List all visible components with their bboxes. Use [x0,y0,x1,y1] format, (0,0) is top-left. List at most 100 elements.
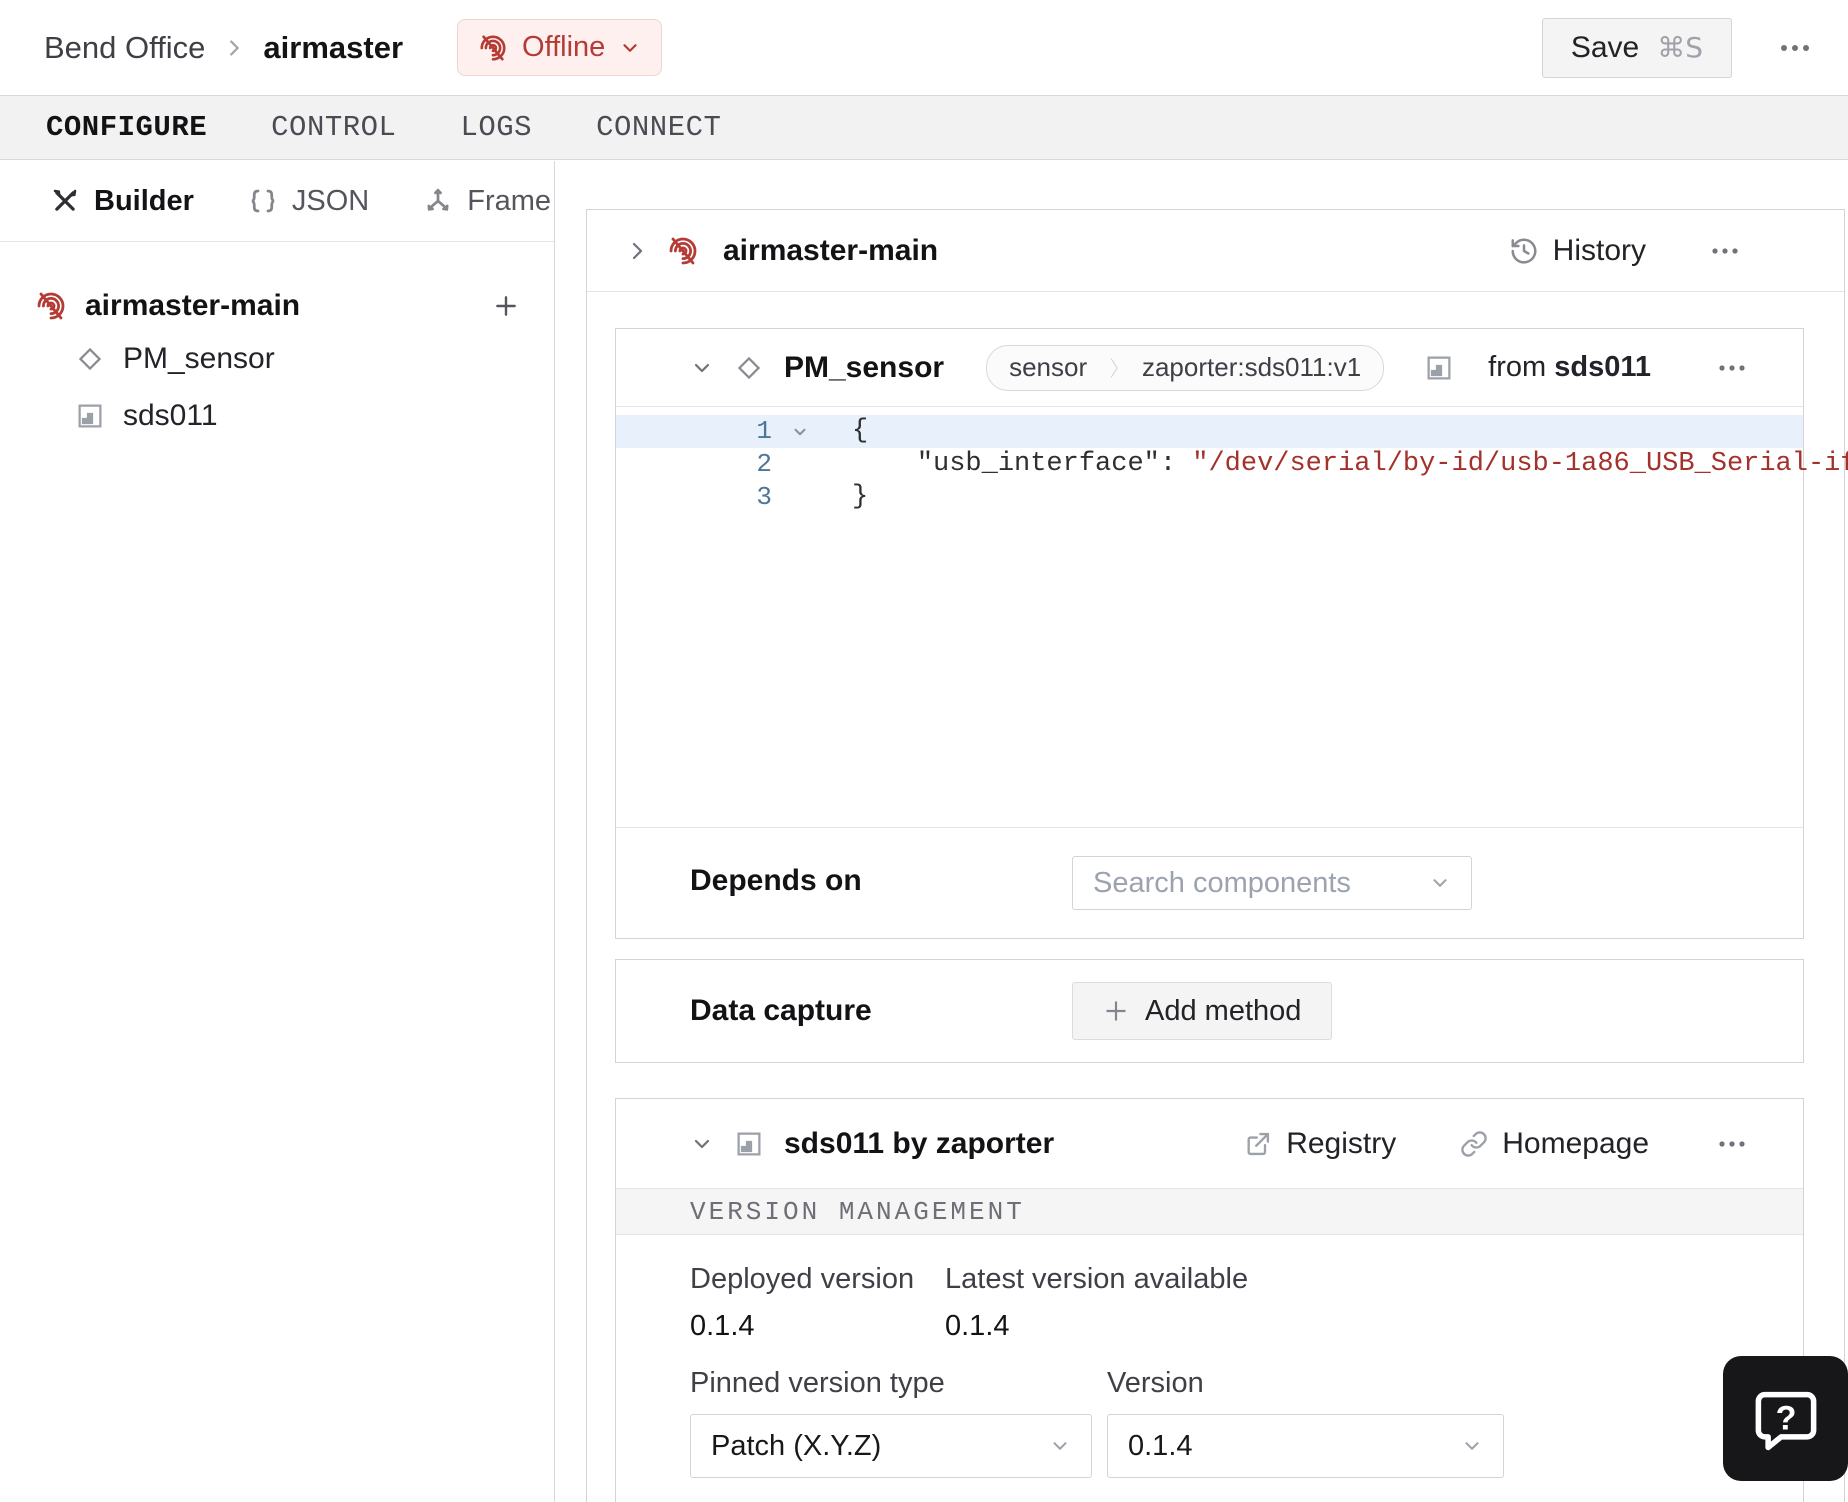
registry-label: Registry [1286,1126,1397,1160]
registry-link[interactable]: Registry [1244,1127,1396,1161]
code-text: "usb_interface": "/dev/serial/by-id/usb-… [916,449,1848,479]
braces-icon [248,186,278,216]
chevron-down-icon [1461,1435,1483,1457]
tab-configure[interactable]: CONFIGURE [46,111,207,144]
line-number: 1 [756,416,772,446]
homepage-link[interactable]: Homepage [1460,1127,1649,1161]
chevron-down-icon [1049,1435,1071,1457]
version-label: Version [1107,1367,1204,1399]
module-icon [734,1129,764,1159]
plus-icon [1103,998,1129,1024]
tab-logs[interactable]: LOGS [460,111,532,144]
module-icon [1424,353,1454,383]
app-window: Bend Office airmaster Offline Save ⌘S CO… [0,0,1848,1502]
tab-connect[interactable]: CONNECT [596,111,721,144]
module-title: sds011 by zaporter [784,1126,1055,1160]
axes-icon [423,186,453,216]
code-line[interactable]: 3 } [616,481,1803,514]
tree-root-label: airmaster-main [85,289,301,322]
line-number: 2 [756,449,772,479]
version-management-body: Deployed version Latest version availabl… [616,1235,1803,1502]
breadcrumb-machine: airmaster [263,29,404,65]
breadcrumb-org[interactable]: Bend Office [44,30,205,66]
history-button[interactable]: History [1509,234,1646,268]
line-number: 3 [756,482,772,512]
tree-item-pm-sensor[interactable]: PM_sensor [0,330,554,387]
chevron-down-icon[interactable] [690,356,714,380]
view-switcher: Builder JSON Frame [0,161,554,242]
resource-tree: airmaster-main PM_sensor sds011 [0,242,554,444]
component-model: zaporter:sds011:v1 [1141,352,1362,382]
module-card-header: sds011 by zaporter Registry Homepage [616,1099,1803,1189]
config-content: airmaster-main History PM_sensor sensor … [555,161,1848,1502]
tab-control[interactable]: CONTROL [271,111,396,144]
latest-version-label: Latest version available [945,1263,1249,1295]
save-label: Save [1570,30,1640,64]
diamond-icon [734,353,764,383]
tree-item-sds011[interactable]: sds011 [0,387,554,444]
view-json-label: JSON [291,184,370,217]
view-builder[interactable]: Builder [50,185,194,218]
pinned-version-type-value: Patch (X.Y.Z) [711,1429,882,1462]
code-line[interactable]: 1 { [616,415,1803,448]
data-capture-card: Data capture Add method [615,959,1804,1063]
question-bubble-icon: ? [1755,1391,1816,1450]
component-title: PM_sensor [784,350,945,384]
component-card-header: PM_sensor sensor zaporter:sds011:v1 from… [616,329,1803,407]
chevron-right-icon[interactable] [625,239,649,263]
chevron-down-icon[interactable] [690,1132,714,1156]
help-button[interactable]: ? [1723,1356,1848,1481]
depends-on-label: Depends on [690,864,862,897]
part-card-body: PM_sensor sensor zaporter:sds011:v1 from… [587,292,1848,1502]
save-button[interactable]: Save ⌘S [1541,17,1732,78]
code-line[interactable]: 2 "usb_interface": "/dev/serial/by-id/us… [616,448,1848,481]
offline-spiral-icon [35,290,67,322]
machine-status-badge[interactable]: Offline [457,19,663,76]
version-value: 0.1.4 [1128,1429,1193,1462]
homepage-label: Homepage [1502,1126,1649,1160]
chevron-down-icon [1429,872,1451,894]
add-resource-icon[interactable] [493,293,519,319]
attributes-json-editor[interactable]: 1 { 2 "usb_interface": "/dev/serial/by-i… [616,407,1848,827]
main-tabs: CONFIGURE CONTROL LOGS CONNECT [0,95,1848,160]
status-label: Offline [522,31,606,63]
view-frame[interactable]: Frame [423,185,551,218]
chevron-down-icon [619,37,641,59]
link-icon [1460,1130,1488,1158]
component-card-pm-sensor: PM_sensor sensor zaporter:sds011:v1 from… [615,328,1848,939]
tree-item-airmaster-main[interactable]: airmaster-main [0,282,554,330]
diamond-icon [75,344,105,374]
machine-part-card: airmaster-main History PM_sensor sensor … [586,209,1848,1502]
fold-chevron-icon[interactable] [772,423,828,441]
module-menu-icon[interactable] [1709,1131,1755,1157]
depends-on-placeholder: Search components [1093,866,1351,899]
add-method-label: Add method [1145,994,1302,1027]
pinned-version-type-label: Pinned version type [690,1367,945,1399]
chevron-right-icon [223,37,245,59]
external-link-icon [1244,1130,1272,1158]
component-type: sensor [1009,352,1088,382]
component-type-pill: sensor zaporter:sds011:v1 [986,344,1385,391]
overflow-menu-icon[interactable] [1770,34,1820,62]
depends-on-select[interactable]: Search components [1072,856,1472,910]
add-method-button[interactable]: Add method [1072,982,1333,1040]
component-menu-icon[interactable] [1709,355,1755,381]
module-icon [75,401,105,431]
view-builder-label: Builder [94,184,194,217]
svg-text:?: ? [1775,1399,1796,1437]
top-bar: Bend Office airmaster Offline Save ⌘S [0,0,1848,95]
version-select[interactable]: 0.1.4 [1107,1414,1504,1478]
part-menu-icon[interactable] [1702,238,1748,264]
view-json[interactable]: JSON [248,185,369,218]
version-management-header: VERSION MANAGEMENT [616,1189,1803,1235]
deployed-version-label: Deployed version [690,1263,915,1295]
depends-on-section: Depends on Search components [616,827,1803,938]
from-module-label: from sds011 [1488,351,1651,383]
tools-icon [50,186,80,216]
latest-version-value: 0.1.4 [945,1310,1010,1342]
module-card-sds011: sds011 by zaporter Registry Homepage VER… [615,1098,1804,1502]
code-text: } [852,482,869,512]
tree-child-label: PM_sensor [123,341,275,375]
tree-child-label: sds011 [123,398,218,432]
pinned-version-type-select[interactable]: Patch (X.Y.Z) [690,1414,1092,1478]
